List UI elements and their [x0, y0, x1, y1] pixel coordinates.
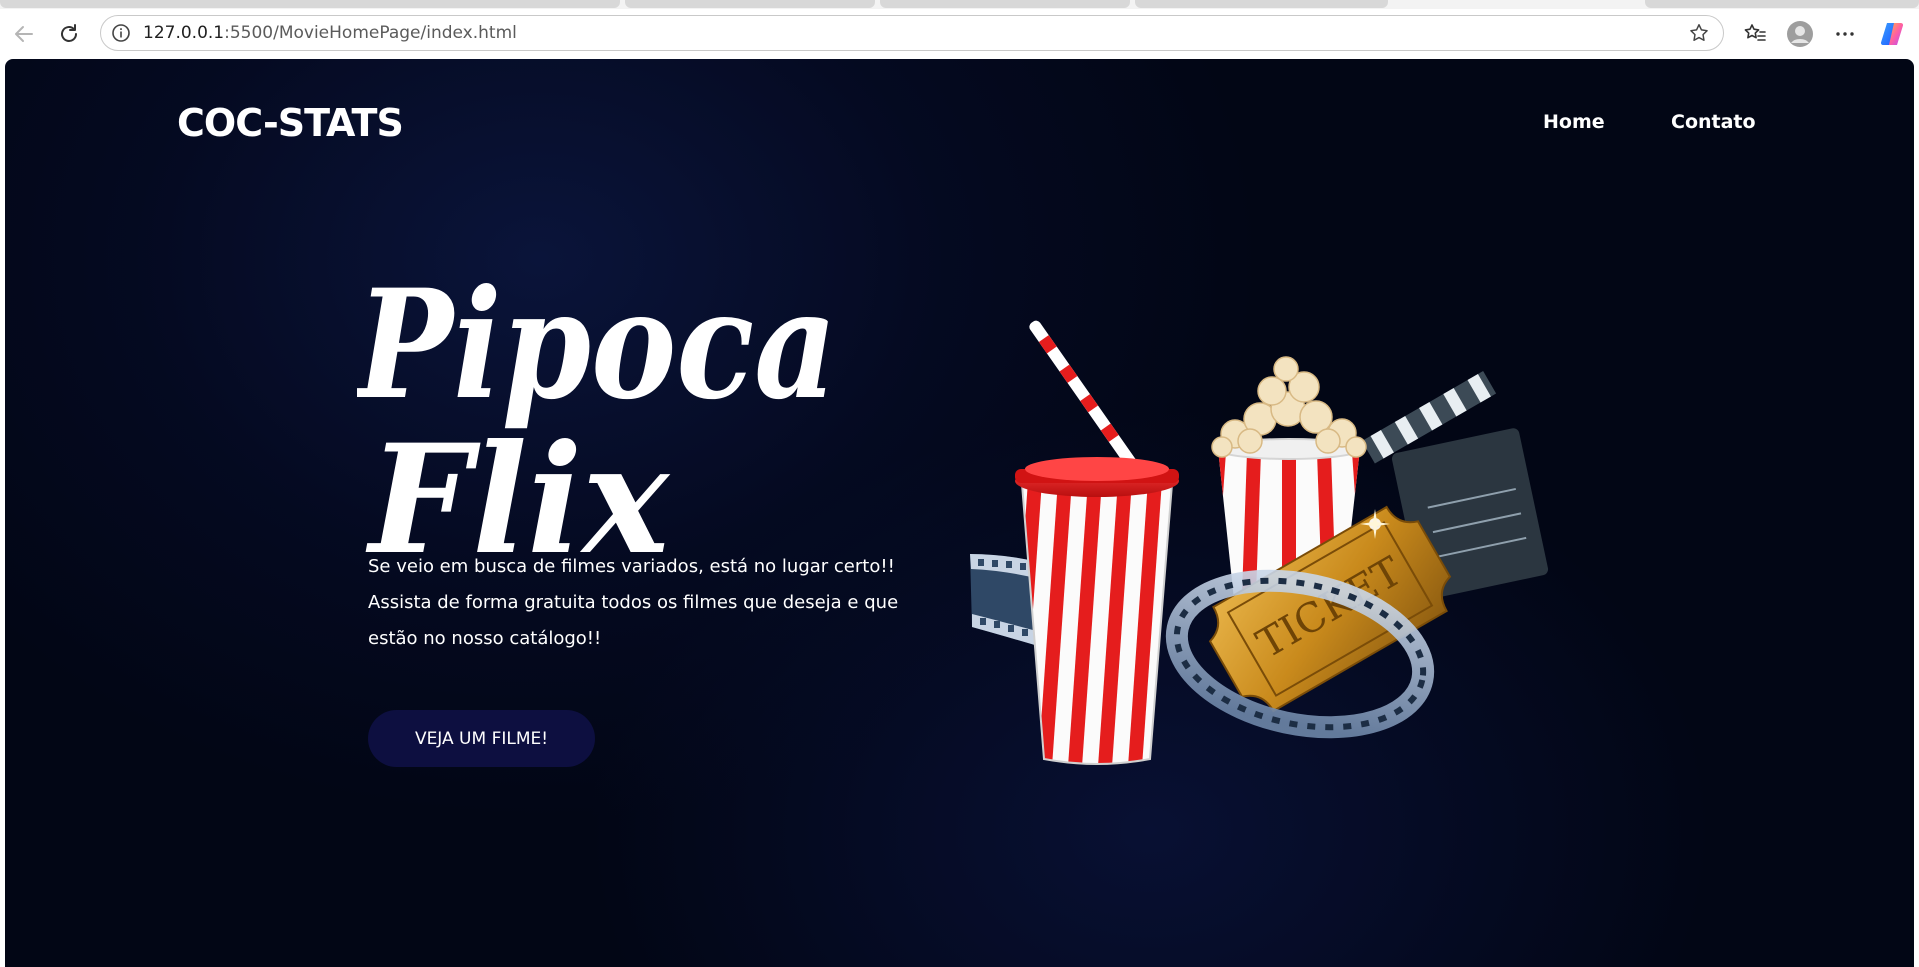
nav-contato[interactable]: Contato: [1671, 111, 1756, 133]
refresh-icon[interactable]: [53, 18, 85, 50]
copilot-icon[interactable]: [1876, 18, 1908, 50]
address-bar[interactable]: 127.0.0.1:5500/MovieHomePage/index.html: [100, 15, 1724, 51]
nav-home[interactable]: Home: [1543, 111, 1605, 133]
url-path: :5500/MovieHomePage/index.html: [224, 23, 517, 43]
star-icon[interactable]: [1683, 17, 1715, 49]
url-text[interactable]: 127.0.0.1:5500/MovieHomePage/index.html: [143, 16, 517, 50]
url-host: 127.0.0.1: [143, 23, 225, 43]
tab[interactable]: [0, 0, 620, 8]
profile-icon[interactable]: [1784, 18, 1816, 50]
page-viewport: COC-STATS Home Contato Pipoca Flix Se ve…: [5, 59, 1914, 967]
tab[interactable]: [1645, 0, 1919, 8]
back-arrow-icon[interactable]: [8, 18, 40, 50]
tab[interactable]: [1135, 0, 1388, 8]
browser-toolbar: 127.0.0.1:5500/MovieHomePage/index.html: [0, 9, 1919, 59]
favorites-icon[interactable]: [1739, 18, 1771, 50]
tab-strip: [0, 0, 1919, 9]
soda-cup-icon: [1015, 320, 1179, 765]
tab[interactable]: [625, 0, 875, 8]
watch-movie-button[interactable]: VEJA UM FILME!: [368, 710, 595, 767]
hero-description-line: Assista de forma gratuita todos os filme…: [368, 592, 899, 613]
site-info-icon[interactable]: [105, 17, 137, 49]
hero-description-line: Se veio em busca de filmes variados, est…: [368, 556, 895, 577]
hero-description: Se veio em busca de filmes variados, est…: [368, 549, 928, 657]
hero-description-line: estão no nosso catálogo!!: [368, 628, 602, 649]
more-icon[interactable]: [1829, 18, 1861, 50]
cinema-illustration: TICKET: [970, 320, 1549, 765]
tab[interactable]: [880, 0, 1130, 8]
site-logo[interactable]: COC-STATS: [177, 101, 404, 145]
hero-title: Pipoca Flix: [357, 257, 837, 577]
hero-title-line1: Pipoca: [357, 257, 837, 433]
